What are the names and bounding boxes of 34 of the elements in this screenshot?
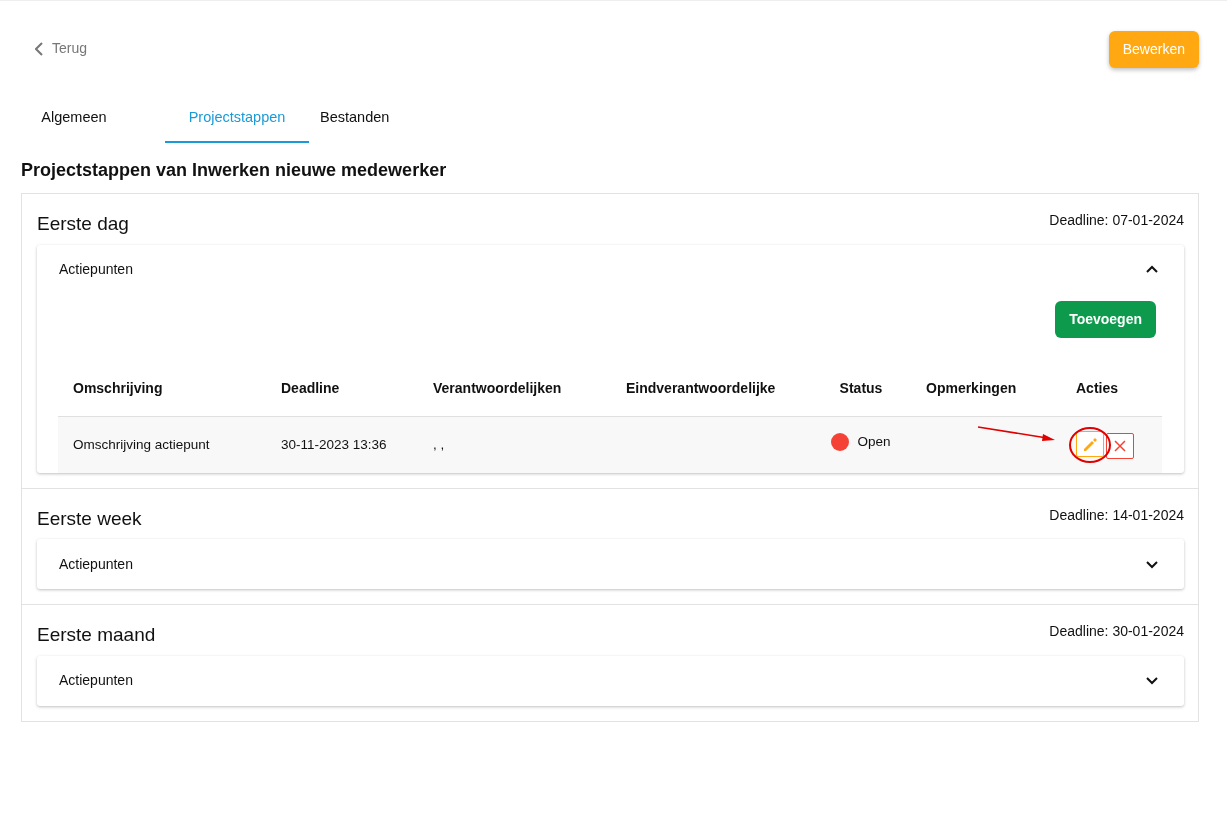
column-header: Eindverantwoordelijke (611, 361, 811, 417)
back-link[interactable]: Terug (35, 38, 88, 59)
chevron-left-icon (35, 41, 44, 56)
step-deadline: Deadline: 30-01-2024 (1049, 622, 1184, 641)
column-header: Omschrijving (58, 361, 266, 417)
panel-title: Actiepunten (59, 260, 133, 279)
table-cell: , , (433, 436, 445, 452)
panel-title: Actiepunten (59, 554, 133, 574)
edit-action-button[interactable] (1076, 431, 1104, 457)
column-header: Status (811, 361, 911, 417)
column-header: Verantwoordelijken (418, 361, 611, 417)
step-title: Eerste dag (37, 212, 129, 236)
step-title: Eerste week (37, 506, 142, 531)
column-header: Opmerkingen (911, 361, 1061, 417)
add-button[interactable]: Toevoegen (1055, 300, 1156, 338)
tab[interactable]: Bestanden (309, 95, 401, 143)
tab[interactable]: Algemeen (21, 95, 127, 143)
column-header: Deadline (266, 361, 418, 417)
pencil-icon (1082, 436, 1098, 452)
delete-button[interactable] (1106, 432, 1134, 459)
close-icon (1114, 439, 1126, 452)
column-header: Acties (1061, 361, 1162, 417)
accordion-header[interactable]: Actiepunten (37, 539, 1184, 589)
step-deadline: Deadline: 14-01-2024 (1049, 505, 1184, 525)
status-text: Open (857, 433, 891, 452)
table-cell: 30-11-2023 13:36 (281, 436, 387, 452)
accordion-header[interactable]: Actiepunten (37, 244, 1184, 295)
highlight-circle (1068, 426, 1112, 464)
accordion-header[interactable]: Actiepunten (37, 655, 1184, 706)
page-heading: Projectstappen van Inwerken nieuwe medewerker (21, 159, 448, 182)
panel-title: Actiepunten (59, 671, 133, 690)
step-deadline: Deadline: 07-01-2024 (1049, 211, 1184, 230)
step-title: Eerste maand (37, 623, 156, 647)
table-cell: Omschrijving actiepunt (73, 436, 210, 452)
